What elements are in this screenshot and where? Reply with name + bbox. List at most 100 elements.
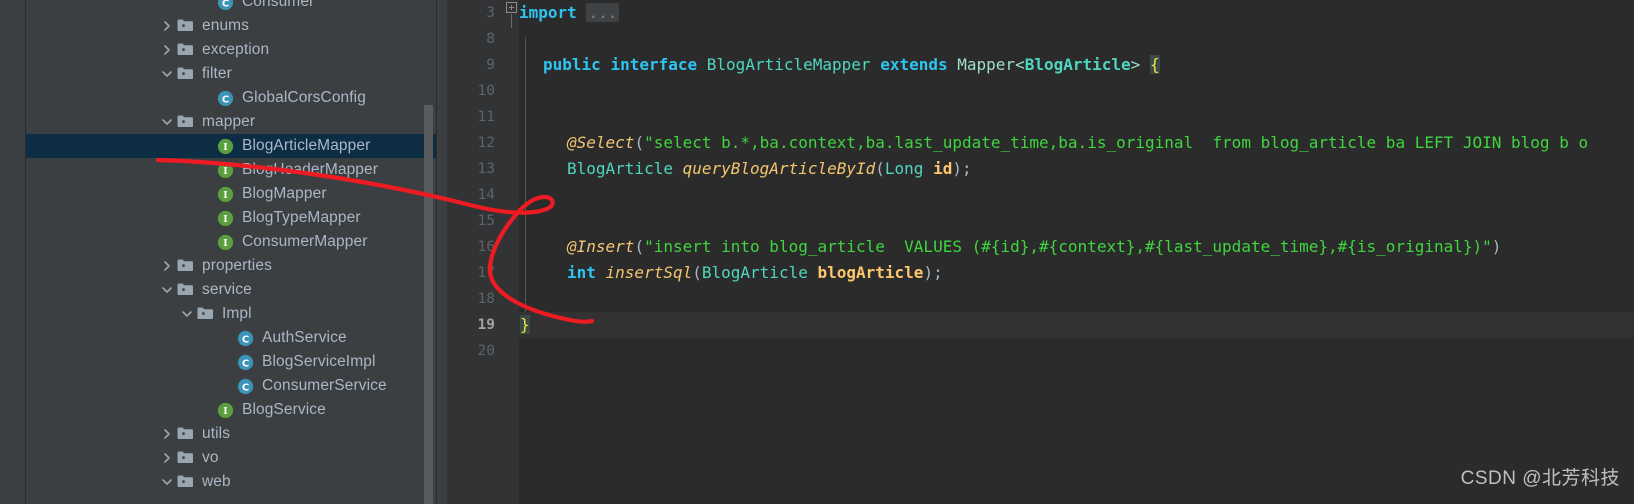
tree-row-label: BlogHeaderMapper xyxy=(242,161,379,178)
tree-row-filter[interactable]: filter xyxy=(26,62,437,86)
code-line-12[interactable]: @Select("select b.*,ba.context,ba.last_u… xyxy=(519,130,1634,156)
tree-row-authservice[interactable]: C AuthService xyxy=(26,326,437,350)
code-line-19[interactable]: } xyxy=(519,312,1634,338)
folder-icon xyxy=(176,446,196,470)
folder-icon xyxy=(176,470,196,494)
interface-icon: I xyxy=(216,398,236,422)
import-fold-expander-icon[interactable] xyxy=(506,2,517,13)
tree-row-label: GlobalCorsConfig xyxy=(242,89,366,106)
chevron-right-icon[interactable] xyxy=(158,14,176,38)
token-insert-return-type: int xyxy=(567,263,606,282)
tree-row-label: vo xyxy=(202,449,219,466)
interface-icon: I xyxy=(216,134,236,158)
line-number-20[interactable]: 20 xyxy=(445,338,495,364)
project-tree-panel[interactable]: C Consumer enums exception filter C GlobalCors… xyxy=(26,0,437,504)
token-extends-keyword: extends xyxy=(880,55,948,74)
code-line-16[interactable]: @Insert("insert into blog_article VALUES… xyxy=(519,234,1634,260)
token-import-fold-placeholder[interactable]: ... xyxy=(586,3,620,22)
code-line-9[interactable]: public interface BlogArticleMapper exten… xyxy=(519,52,1634,78)
tree-row-blogheadermapper[interactable]: I BlogHeaderMapper xyxy=(26,158,437,182)
tree-row-consumer[interactable]: C Consumer xyxy=(26,0,437,14)
line-number-11[interactable]: 11 xyxy=(445,104,495,130)
tree-row-label: utils xyxy=(202,425,231,442)
line-number-17[interactable]: 17 xyxy=(445,260,495,286)
token-select-paren: ( xyxy=(634,133,645,152)
token-select-sql-string: "select b.*,ba.context,ba.last_update_ti… xyxy=(644,133,1589,152)
line-number-gutter[interactable]: 3 8 9 10 11 12 13 14 15 16 17 18 19 20 xyxy=(447,0,503,504)
code-line-13[interactable]: BlogArticle queryBlogArticleById(Long id… xyxy=(519,156,1634,182)
line-number-9[interactable]: 9 xyxy=(445,52,495,78)
token-space-4 xyxy=(948,55,958,74)
line-number-18[interactable]: 18 xyxy=(445,286,495,312)
line-number-13[interactable]: 13 xyxy=(445,156,495,182)
interface-icon: I xyxy=(216,230,236,254)
ide-window: C Consumer enums exception filter C GlobalCors… xyxy=(0,0,1634,504)
tree-row-properties[interactable]: properties xyxy=(26,254,437,278)
tree-row-blogtypemapper[interactable]: I BlogTypeMapper xyxy=(26,206,437,230)
chevron-down-icon[interactable] xyxy=(158,278,176,302)
line-number-12[interactable]: 12 xyxy=(445,130,495,156)
folder-icon xyxy=(176,110,196,134)
token-insert-sql-string: "insert into blog_article VALUES (#{id},… xyxy=(644,237,1492,256)
tree-row-consumerservice[interactable]: C ConsumerService xyxy=(26,374,437,398)
tree-row-utils[interactable]: utils xyxy=(26,422,437,446)
line-number-15[interactable]: 15 xyxy=(445,208,495,234)
svg-text:C: C xyxy=(222,94,229,105)
tree-row-vo[interactable]: vo xyxy=(26,446,437,470)
code-editor[interactable]: 3 8 9 10 11 12 13 14 15 16 17 18 19 20 import ... pub… xyxy=(437,0,1634,504)
svg-text:I: I xyxy=(223,190,228,201)
chevron-down-icon[interactable] xyxy=(158,470,176,494)
tree-row-label: BlogService xyxy=(242,401,326,418)
line-number-16[interactable]: 16 xyxy=(445,234,495,260)
tree-row-globalcorsconfig[interactable]: C GlobalCorsConfig xyxy=(26,86,437,110)
class-icon: C xyxy=(236,326,256,350)
line-number-3[interactable]: 3 xyxy=(445,0,495,26)
chevron-right-icon[interactable] xyxy=(158,38,176,62)
sidebar-vertical-scrollbar[interactable] xyxy=(424,105,433,504)
tree-row-mapper[interactable]: mapper xyxy=(26,110,437,134)
project-tree[interactable]: C Consumer enums exception filter C GlobalCors… xyxy=(26,0,437,494)
tool-window-strip[interactable] xyxy=(0,0,26,504)
code-line-17[interactable]: int insertSql(BlogArticle blogArticle); xyxy=(519,260,1634,286)
interface-icon: I xyxy=(216,206,236,230)
class-icon: C xyxy=(216,0,236,14)
interface-icon: I xyxy=(216,182,236,206)
chevron-right-icon[interactable] xyxy=(158,446,176,470)
tree-row-label: BlogTypeMapper xyxy=(242,209,361,226)
token-space-3 xyxy=(871,55,881,74)
chevron-right-icon[interactable] xyxy=(158,422,176,446)
tree-row-label: web xyxy=(202,473,231,490)
token-select-args-close: ); xyxy=(952,159,972,178)
code-content[interactable]: import ... public interface BlogArticleM… xyxy=(519,0,1634,504)
svg-text:I: I xyxy=(223,238,228,249)
token-insert-paren: ( xyxy=(634,237,645,256)
token-insert-arg-type: BlogArticle xyxy=(701,263,818,282)
tree-row-impl[interactable]: Impl xyxy=(26,302,437,326)
svg-text:I: I xyxy=(223,406,228,417)
tree-row-blogarticlemapper[interactable]: I BlogArticleMapper xyxy=(26,134,437,158)
tree-row-blogserviceimpl[interactable]: C BlogServiceImpl xyxy=(26,350,437,374)
tree-row-exception[interactable]: exception xyxy=(26,38,437,62)
class-icon: C xyxy=(236,350,256,374)
chevron-down-icon[interactable] xyxy=(178,302,196,326)
token-import-keyword: import xyxy=(519,3,577,22)
tree-row-label: filter xyxy=(202,65,232,82)
tree-row-service[interactable]: service xyxy=(26,278,437,302)
token-open-brace: { xyxy=(1149,55,1160,74)
tree-row-consumermapper[interactable]: I ConsumerMapper xyxy=(26,230,437,254)
chevron-right-icon[interactable] xyxy=(158,254,176,278)
chevron-down-icon[interactable] xyxy=(158,110,176,134)
chevron-down-icon[interactable] xyxy=(158,62,176,86)
tree-row-blogservice[interactable]: I BlogService xyxy=(26,398,437,422)
tree-row-web[interactable]: web xyxy=(26,470,437,494)
tree-row-blogmapper[interactable]: I BlogMapper xyxy=(26,182,437,206)
line-number-19[interactable]: 19 xyxy=(445,312,495,338)
folder-icon xyxy=(176,278,196,302)
line-number-8[interactable]: 8 xyxy=(445,26,495,52)
line-number-10[interactable]: 10 xyxy=(445,78,495,104)
code-folding-rail[interactable] xyxy=(503,0,519,504)
line-number-14[interactable]: 14 xyxy=(445,182,495,208)
code-line-3[interactable]: import ... xyxy=(519,0,1634,26)
tree-row-enums[interactable]: enums xyxy=(26,14,437,38)
